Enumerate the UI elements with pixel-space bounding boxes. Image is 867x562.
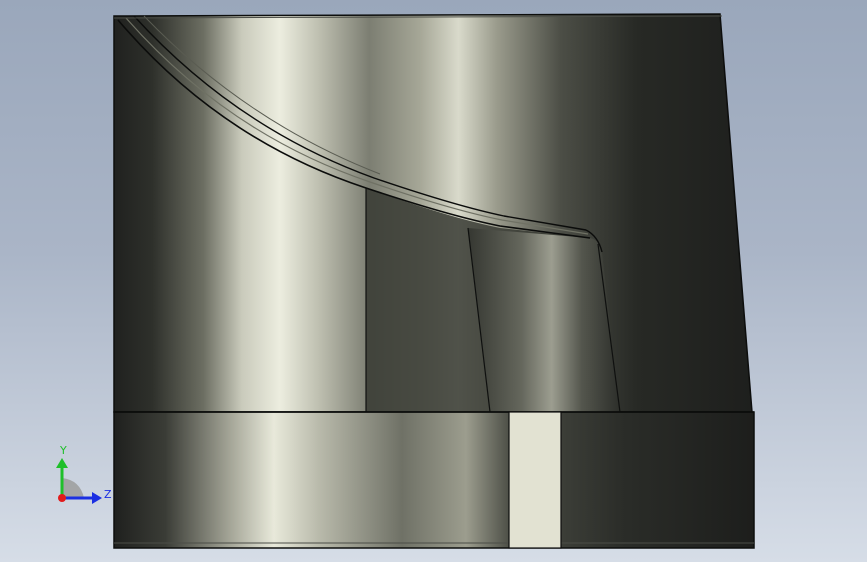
y-arrow-icon (56, 458, 68, 468)
x-axis-icon (58, 494, 66, 502)
cad-model[interactable] (0, 0, 867, 562)
z-axis-label: Z (104, 488, 112, 501)
graphics-viewport[interactable]: Y Z (0, 0, 867, 562)
triad-plane-icon (62, 478, 84, 498)
base-body[interactable] (113, 411, 755, 549)
slot-cutout[interactable] (508, 411, 562, 549)
upper-body[interactable] (113, 13, 753, 413)
coordinate-triad: Y Z (56, 444, 112, 504)
y-axis-label: Y (59, 444, 67, 457)
z-arrow-icon (92, 492, 102, 504)
